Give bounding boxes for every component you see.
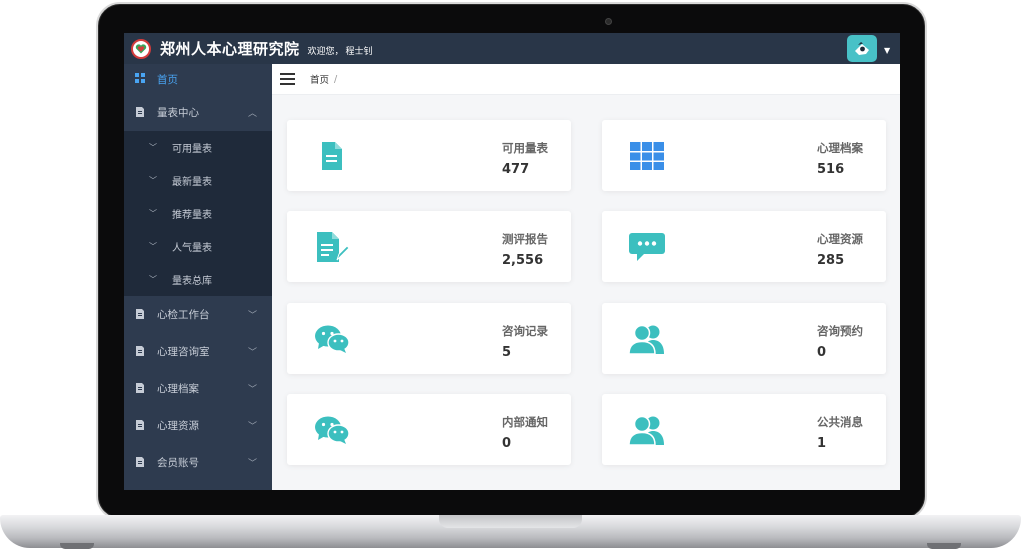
chevron-down-icon: ﹀ [149,275,157,284]
chevron-up-icon: ︿ [248,109,258,119]
card-label: 咨询记录 [502,324,548,338]
user-menu-caret-icon[interactable]: ▼ [884,46,890,55]
chevron-down-icon: ﹀ [248,385,258,395]
document-icon [136,309,144,319]
chevron-down-icon: ﹀ [248,459,258,469]
sidebar-item-accounts[interactable]: 会员账号 ﹀ [124,444,272,481]
chevron-down-icon: ﹀ [248,348,258,358]
sidebar-item-records[interactable]: 心理档案 ﹀ [124,370,272,407]
submenu-item-label: 可用量表 [172,144,212,155]
document-icon [136,420,144,430]
document-icon [136,346,144,356]
stat-card-internal-notice[interactable]: 内部通知 0 [287,394,571,465]
laptop-foot-right [927,543,961,549]
comment-dots-icon [627,230,667,264]
sidebar-item-resources[interactable]: 心理资源 ﹀ [124,407,272,444]
submenu-scale-center: ﹀ 可用量表 ﹀ 最新量表 ﹀ 推荐量表 ﹀ 人气量表 ﹀ 量表总库 [124,131,272,296]
camera [605,18,612,25]
card-label: 可用量表 [502,141,548,155]
card-value: 1 [817,436,827,451]
user-name: 程士钊 [345,46,373,57]
grid-icon [135,73,145,83]
card-label: 心理档案 [817,141,863,155]
users-icon [627,413,667,447]
laptop-foot-left [60,543,94,549]
chevron-down-icon: ﹀ [149,242,157,251]
document-icon [136,107,144,117]
card-label: 心理资源 [817,232,863,246]
stat-card-public-messages[interactable]: 公共消息 1 [602,394,886,465]
document-icon [136,383,144,393]
card-value: 0 [817,345,827,360]
card-label: 内部通知 [502,415,548,429]
card-label: 咨询预约 [817,324,863,338]
sidebar-item-label: 会员账号 [157,457,199,469]
wechat-icon [312,413,352,447]
chevron-down-icon: ﹀ [248,311,258,321]
breadcrumb-bar: 首页 / [272,64,900,95]
submenu-item-label: 人气量表 [172,243,212,254]
sidebar-item-workbench[interactable]: 心检工作台 ﹀ [124,296,272,333]
table-icon [627,139,667,173]
sidebar-item-label: 心理资源 [157,420,199,432]
laptop-base [0,515,1021,548]
breadcrumb-separator: / [334,73,338,85]
card-value: 285 [817,253,845,268]
card-label: 公共消息 [817,415,863,429]
sidebar-item-label: 首页 [157,73,178,86]
card-value: 477 [502,162,530,177]
submenu-item-label: 量表总库 [172,276,212,287]
sidebar-item-label: 心理档案 [157,383,199,395]
logo [131,38,151,59]
user-avatar[interactable] [847,35,877,62]
heart-logo-icon [135,43,147,53]
avatar-icon [855,41,869,55]
submenu-item-latest[interactable]: ﹀ 最新量表 [124,164,272,197]
chevron-down-icon: ﹀ [149,143,157,152]
breadcrumb-home[interactable]: 首页 [310,72,329,86]
sidebar: 首页 量表中心 ︿ ﹀ 可用量表 ﹀ 最新量表 ﹀ 推荐量表 ﹀ 人气量表 ﹀ … [124,64,272,490]
submenu-item-label: 最新量表 [172,177,212,188]
submenu-item-recommended[interactable]: ﹀ 推荐量表 [124,197,272,230]
chevron-down-icon: ﹀ [248,422,258,432]
top-bar: 郑州人本心理研究院 欢迎您， 程士钊 ▼ [124,33,900,64]
sidebar-item-counseling-room[interactable]: 心理咨询室 ﹀ [124,333,272,370]
stat-card-consult-records[interactable]: 咨询记录 5 [287,303,571,374]
welcome-greeting: 欢迎您， [307,46,344,57]
main-content: 首页 / 可用量表 477 心理档案 516 测评报告 2,556 心理资源 2… [272,64,900,490]
document-icon [136,457,144,467]
users-icon [627,322,667,356]
sidebar-item-label: 心理咨询室 [157,346,210,358]
card-value: 0 [502,436,512,451]
chevron-down-icon: ﹀ [149,176,157,185]
site-title: 郑州人本心理研究院 [160,40,300,58]
submenu-item-popular[interactable]: ﹀ 人气量表 [124,230,272,263]
card-value: 5 [502,345,512,360]
card-label: 测评报告 [502,232,548,246]
submenu-item-label: 推荐量表 [172,210,212,221]
welcome-text: 欢迎您， 程士钊 [308,44,373,57]
sidebar-item-label: 心检工作台 [157,309,210,321]
card-value: 516 [817,162,845,177]
stat-card-reports[interactable]: 测评报告 2,556 [287,211,571,282]
file-icon [312,139,352,173]
menu-toggle-icon[interactable] [280,73,295,85]
submenu-item-library[interactable]: ﹀ 量表总库 [124,263,272,296]
sidebar-item-scale-center[interactable]: 量表中心 ︿ [124,94,272,131]
sidebar-item-label: 量表中心 [157,107,199,119]
wechat-icon [312,322,352,356]
stat-card-archives[interactable]: 心理档案 516 [602,120,886,191]
sidebar-item-home[interactable]: 首页 [124,64,272,94]
chevron-down-icon: ﹀ [149,209,157,218]
file-edit-icon [312,230,352,264]
laptop-notch [439,515,582,528]
stat-card-available-scales[interactable]: 可用量表 477 [287,120,571,191]
card-value: 2,556 [502,253,544,268]
screen: 郑州人本心理研究院 欢迎您， 程士钊 ▼ 首页 量表中心 ︿ ﹀ 可用量表 ﹀ … [124,33,900,490]
stat-card-appointments[interactable]: 咨询预约 0 [602,303,886,374]
submenu-item-available[interactable]: ﹀ 可用量表 [124,131,272,164]
stat-card-resources[interactable]: 心理资源 285 [602,211,886,282]
